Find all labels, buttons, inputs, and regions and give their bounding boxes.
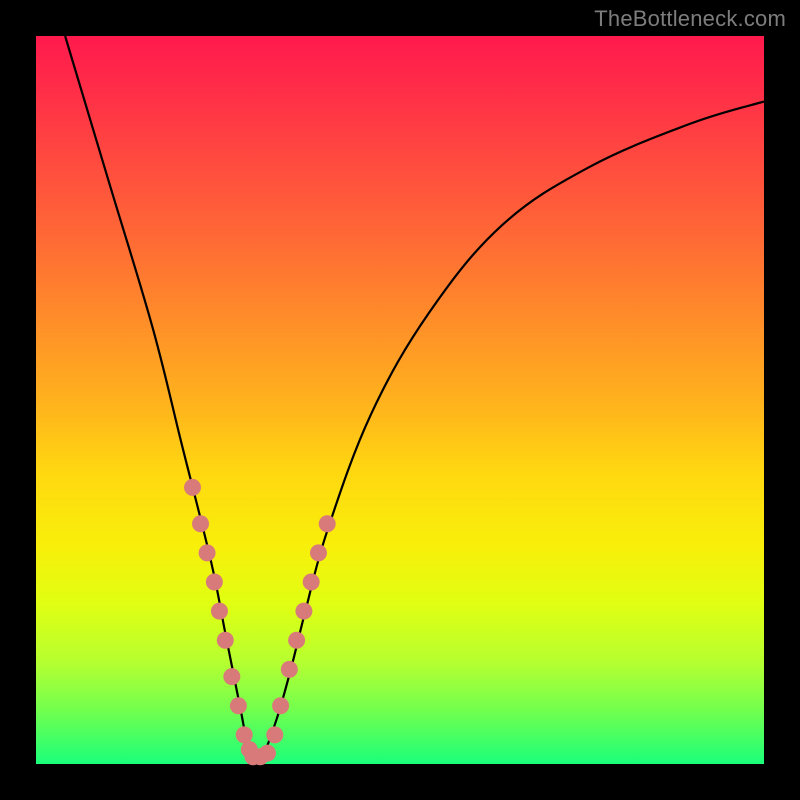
data-marker [230, 697, 247, 714]
data-marker [199, 544, 216, 561]
data-marker [184, 479, 201, 496]
data-markers [184, 479, 336, 765]
data-marker [217, 632, 234, 649]
plot-area [36, 36, 764, 764]
data-marker [223, 668, 240, 685]
bottleneck-chart [36, 36, 764, 764]
data-marker [272, 697, 289, 714]
watermark-text: TheBottleneck.com [594, 6, 786, 32]
app-frame: TheBottleneck.com [0, 0, 800, 800]
data-marker [295, 603, 312, 620]
data-marker [310, 544, 327, 561]
data-marker [206, 574, 223, 591]
data-marker [192, 515, 209, 532]
data-marker [288, 632, 305, 649]
data-marker [211, 603, 228, 620]
data-marker [281, 661, 298, 678]
data-marker [319, 515, 336, 532]
data-marker [303, 574, 320, 591]
data-marker [266, 726, 283, 743]
data-marker [259, 745, 276, 762]
bottleneck-curve [65, 36, 764, 763]
data-marker [236, 726, 253, 743]
